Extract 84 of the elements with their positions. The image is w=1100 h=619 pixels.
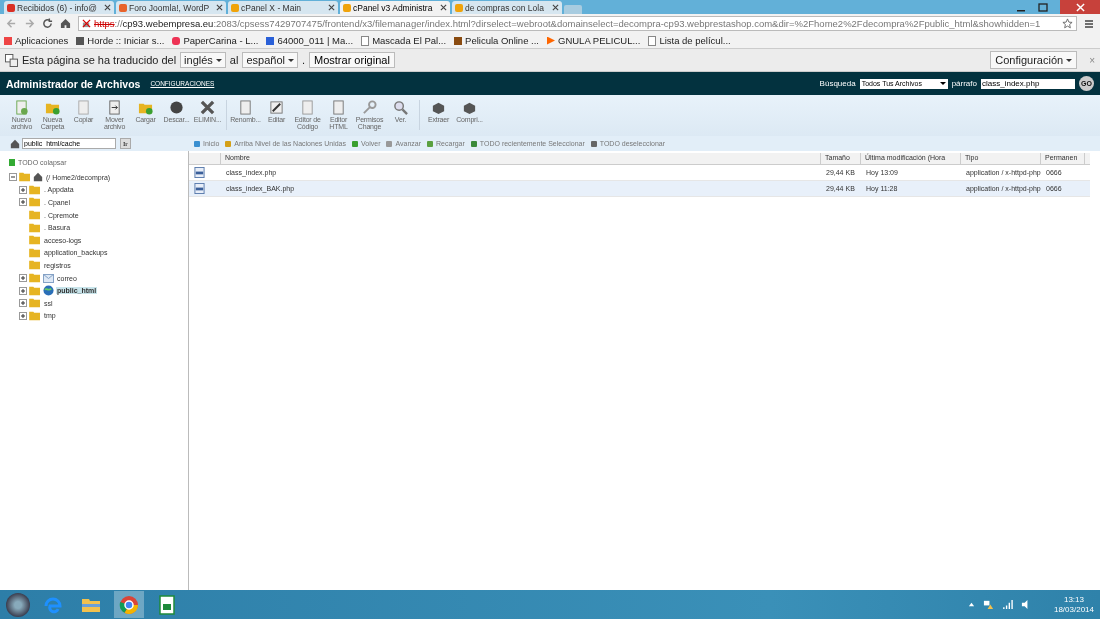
bookmark[interactable]: PaperCarina - L...: [172, 35, 259, 46]
close-icon[interactable]: [328, 4, 335, 11]
site-icon: [343, 3, 351, 12]
collapse-toggle[interactable]: [9, 173, 17, 182]
php-file-icon: [194, 167, 205, 178]
folder-icon: [29, 210, 41, 221]
open-folder-icon: [19, 172, 31, 183]
query-label: párrafo: [951, 79, 977, 88]
spreadsheet-icon: [157, 594, 177, 615]
reload-icon[interactable]: [42, 18, 53, 29]
expand-toggle[interactable]: [19, 198, 27, 207]
close-icon: [1075, 2, 1085, 12]
bookmark[interactable]: Mascada El Pal...: [361, 35, 447, 46]
site-icon: [455, 3, 463, 12]
language-dropdown[interactable]: inglés: [180, 52, 226, 68]
delete-icon: [200, 100, 215, 115]
page-title: Administrador de Archivos: [6, 77, 141, 90]
star-icon[interactable]: [1062, 18, 1073, 29]
language-dropdown[interactable]: español: [242, 52, 298, 68]
box-icon: [431, 100, 446, 115]
signal-icon[interactable]: [1001, 599, 1013, 610]
expand-toggle[interactable]: [19, 311, 27, 320]
bookmark[interactable]: Aplicaciones: [4, 35, 69, 46]
network-icon[interactable]: [982, 599, 994, 610]
bookmark[interactable]: 64000_011 | Ma...: [266, 35, 354, 46]
browser-tab[interactable]: Foro Joomla!, WordP: [116, 1, 226, 14]
folder-icon: [29, 285, 41, 296]
folder-icon: [29, 197, 41, 208]
expand-toggle[interactable]: [19, 185, 27, 194]
bookmark[interactable]: Lista de películ...: [648, 35, 731, 46]
browser-tab[interactable]: cPanel X - Main: [228, 1, 338, 14]
folder-icon: [29, 184, 41, 195]
box-icon: [462, 100, 477, 115]
envelope-icon: [43, 273, 54, 283]
home-icon: [10, 138, 20, 149]
globe-icon: [43, 285, 54, 297]
menu-icon[interactable]: [1084, 18, 1094, 29]
expand-toggle[interactable]: [19, 286, 27, 295]
bookmark[interactable]: Horde :: Iniciar s...: [76, 35, 165, 46]
translate-message: al: [229, 54, 239, 66]
start-button[interactable]: [6, 592, 30, 617]
home-icon[interactable]: [60, 18, 71, 29]
copy-icon: [76, 100, 91, 115]
move-file-icon: [107, 100, 122, 115]
expand-toggle[interactable]: [19, 299, 27, 308]
close-icon[interactable]: [440, 4, 447, 11]
translate-message: Esta página se ha traducido del: [22, 54, 177, 66]
folder-icon: [29, 222, 41, 233]
site-icon: [119, 3, 127, 12]
folder-icon: [29, 273, 41, 284]
clock[interactable]: 13:13 18/03/2014: [1053, 594, 1094, 615]
folder-icon: [29, 310, 41, 321]
close-button[interactable]: [1060, 0, 1100, 14]
browser-tab[interactable]: cPanel v3 Administra: [340, 1, 450, 14]
browser-tab[interactable]: Recibidos (6) - info@: [4, 1, 114, 14]
bookmark[interactable]: GNULA PELICUL...: [547, 35, 641, 46]
folder-icon: [29, 298, 41, 309]
folder-icon: [29, 247, 41, 258]
search-icon: [393, 100, 408, 115]
address-field[interactable]: https://cp93.webempresa.eu:2083/cpsess7429707475/frontend/x3/filemanager/index.html?dirselect=webroot&domainselect=decompra-cp93.webprestashop.com&dir=%2Fhome2%2Fdecompra%2Fpublic_html&showhidden=1: [78, 16, 1077, 31]
folder-icon: [29, 260, 41, 271]
close-icon[interactable]: [104, 4, 111, 11]
taskbar-app[interactable]: [114, 591, 144, 618]
bookmark[interactable]: Pelicula Online ...: [454, 35, 539, 46]
site-icon: [231, 3, 239, 12]
close-icon[interactable]: [216, 4, 223, 11]
translate-message: .: [301, 54, 306, 66]
maximize-icon[interactable]: [1038, 2, 1048, 12]
php-file-icon: [194, 183, 205, 194]
edit-icon: [269, 100, 284, 115]
up-arrow-icon[interactable]: [967, 601, 975, 608]
expand-toggle[interactable]: [19, 274, 27, 283]
ball-icon: [169, 100, 184, 115]
site-icon: [7, 3, 15, 12]
search-field[interactable]: class_index.php: [981, 78, 1075, 89]
close-icon[interactable]: [552, 4, 559, 11]
folder-icon: [29, 235, 41, 246]
show-original-button[interactable]: Mostrar original: [309, 52, 395, 68]
translate-icon: [5, 53, 18, 67]
round-browser-icon: [119, 594, 139, 615]
search-label: Búsqueda: [819, 79, 856, 88]
browser-tab[interactable]: de compras con Lola: [452, 1, 562, 14]
new-file-icon: [14, 100, 29, 115]
settings-dropdown[interactable]: Configuración: [990, 51, 1078, 69]
